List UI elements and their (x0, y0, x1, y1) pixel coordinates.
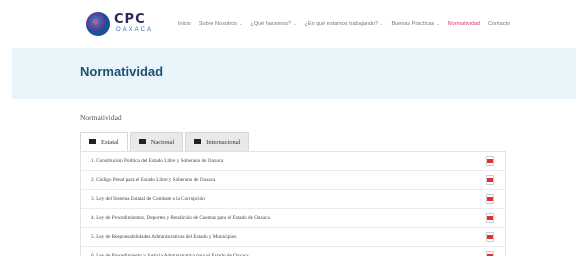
chevron-down-icon: ⌄ (380, 21, 384, 26)
logo-mark (86, 12, 110, 36)
document-link[interactable]: 5. Ley de Responsabilidades Administrati… (91, 234, 236, 241)
documents-panel: 1. Constitución Política del Estado Libr… (80, 151, 506, 256)
tab-2[interactable]: Internacional (185, 132, 250, 152)
tab-1[interactable]: Nacional (129, 132, 184, 152)
tab-label: Internacional (206, 138, 241, 146)
document-row: 1. Constitución Política del Estado Libr… (81, 152, 505, 171)
pdf-icon[interactable] (486, 213, 494, 223)
document-link[interactable]: 3. Ley del Sistema Estatal de Combate a … (91, 196, 205, 203)
logo-subtext: OAXACA (116, 27, 154, 33)
nav-item-label: ¿En qué estamos trabajando? (304, 21, 379, 27)
nav-item-1[interactable]: Sobre Nosotros ⌄ (199, 19, 243, 29)
pdf-icon[interactable] (486, 175, 494, 185)
logo[interactable]: CPC OAXACA (86, 12, 180, 36)
site-header: CPC OAXACA Inicio Sobre Nosotros ⌄ ¿Qué hac… (0, 0, 576, 48)
pdf-icon[interactable] (486, 232, 494, 242)
document-row: 5. Ley de Responsabilidades Administrati… (81, 228, 505, 247)
list-icon (138, 139, 146, 144)
document-row: 6. Ley de Procedimiento y Justicia Admin… (81, 247, 505, 256)
nav-item-3[interactable]: ¿En qué estamos trabajando? ⌄ (304, 19, 383, 29)
document-link[interactable]: 2. Código Penal para el Estado Libre y S… (91, 177, 215, 184)
document-row: 3. Ley del Sistema Estatal de Combate a … (81, 190, 505, 209)
tab-0[interactable]: Estatal (80, 132, 128, 152)
document-link[interactable]: 1. Constitución Política del Estado Libr… (91, 158, 223, 165)
tab-label: Estatal (101, 138, 119, 146)
nav-item-label: Inicio (178, 21, 191, 27)
list-icon (194, 139, 202, 144)
pdf-icon[interactable] (486, 156, 494, 166)
jurisdiction-tabs: Estatal Nacional Internacional (80, 132, 251, 152)
document-link[interactable]: 4. Ley de Procedimientos, Deportes y Ren… (91, 215, 270, 222)
chevron-down-icon: ⌄ (293, 21, 297, 26)
section-label: Normatividad (80, 113, 122, 122)
main-nav: Inicio Sobre Nosotros ⌄ ¿Qué hacemos? ⌄ ¿En q… (178, 19, 518, 29)
chevron-down-icon: ⌄ (436, 21, 440, 26)
nav-item-2[interactable]: ¿Qué hacemos? ⌄ (250, 19, 296, 29)
nav-item-0[interactable]: Inicio (178, 19, 191, 29)
page-title: Normatividad (80, 64, 164, 79)
pdf-icon[interactable] (486, 251, 494, 256)
nav-item-label: ¿Qué hacemos? (250, 21, 292, 27)
page-banner: Normatividad (12, 48, 576, 99)
nav-item-label: Contacto (488, 21, 511, 27)
document-row: 2. Código Penal para el Estado Libre y S… (81, 171, 505, 190)
nav-item-5[interactable]: Normatividad (448, 19, 480, 29)
nav-item-label: Buenas Prácticas (391, 21, 435, 27)
nav-item-label: Normatividad (447, 21, 481, 27)
document-row: 4. Ley de Procedimientos, Deportes y Ren… (81, 209, 505, 228)
nav-item-4[interactable]: Buenas Prácticas ⌄ (392, 19, 440, 29)
tab-label: Nacional (150, 138, 175, 146)
nav-item-6[interactable]: Contacto (488, 19, 510, 29)
pdf-icon[interactable] (486, 194, 494, 204)
logo-text: CPC (114, 12, 146, 27)
chevron-down-icon: ⌄ (239, 21, 243, 26)
nav-item-label: Sobre Nosotros (198, 21, 238, 27)
list-icon (89, 139, 96, 144)
